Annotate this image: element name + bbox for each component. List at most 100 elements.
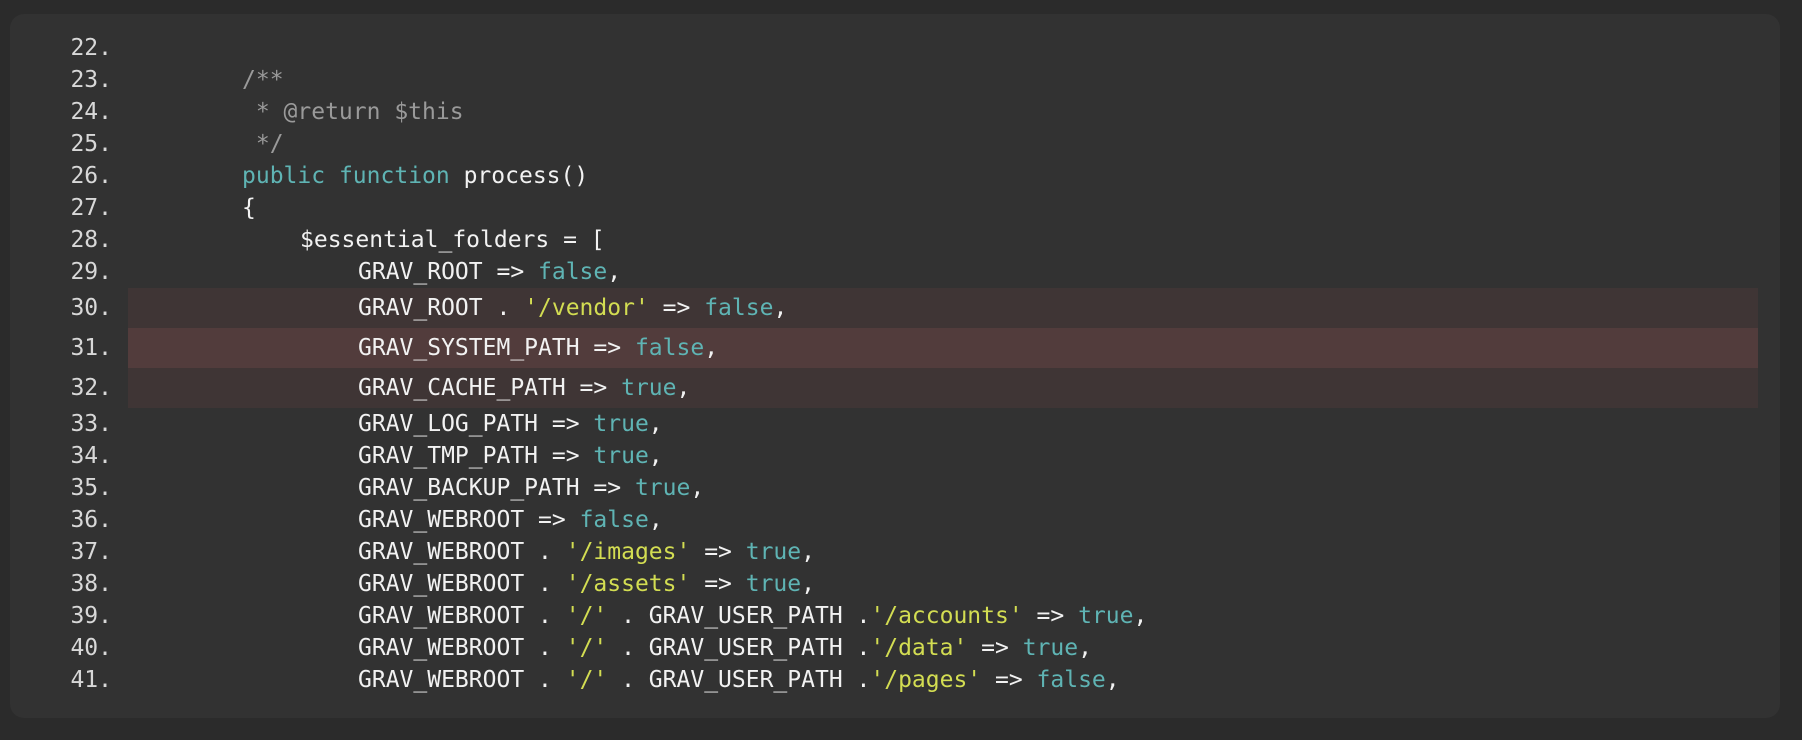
code-token: GRAV_WEBROOT . [358, 539, 566, 565]
string-token: '/vendor' [524, 295, 649, 321]
code-token: => [648, 295, 705, 321]
code-line: 40. GRAV_WEBROOT . '/' . GRAV_USER_PATH .… [10, 632, 1780, 664]
string-token: '/' [565, 603, 608, 629]
keyword-token: false [538, 259, 608, 285]
code-line: 30. GRAV_ROOT . '/vendor' => false, [10, 288, 1780, 328]
code-token: => [967, 635, 1023, 661]
code-token: , [801, 571, 815, 597]
code-token: , [676, 375, 691, 401]
line-number: 36. [70, 507, 112, 533]
code-token: , [773, 295, 788, 321]
line-number: 35. [70, 475, 112, 501]
line-number: 41. [70, 667, 112, 693]
code-token: GRAV_WEBROOT . [358, 667, 566, 693]
keyword-token: true [621, 375, 677, 401]
code-token: => [1022, 603, 1079, 629]
keyword-token: false [579, 507, 649, 533]
code-token: . GRAV_USER_PATH . [607, 667, 871, 693]
code-line: 29. GRAV_ROOT => false, [10, 256, 1780, 288]
line-code: GRAV_TMP_PATH => true, [358, 440, 663, 472]
keyword-token: function [338, 163, 450, 189]
line-number: 25. [70, 131, 112, 157]
code-token: GRAV_CACHE_PATH => [358, 375, 622, 401]
line-number: 39. [70, 603, 112, 629]
line-number: 32. [70, 375, 112, 401]
code-token: GRAV_TMP_PATH => [358, 443, 594, 469]
code-line: 22. [10, 32, 1780, 64]
code-line: 41. GRAV_WEBROOT . '/' . GRAV_USER_PATH .… [10, 664, 1780, 696]
code-token: , [801, 539, 815, 565]
line-code: GRAV_SYSTEM_PATH => false, [358, 328, 718, 368]
code-line: 26. public function process() [10, 160, 1780, 192]
code-token: . GRAV_USER_PATH . [607, 635, 871, 661]
code-line: 25. */ [10, 128, 1780, 160]
line-number: 23. [70, 67, 112, 93]
code-token: . GRAV_USER_PATH . [607, 603, 871, 629]
line-code: GRAV_LOG_PATH => true, [358, 408, 663, 440]
line-code: GRAV_ROOT . '/vendor' => false, [358, 288, 787, 328]
code-token: => [690, 539, 746, 565]
code-listing: 22. 23./** 24. * @return $this 25. */26. pub… [10, 32, 1780, 696]
line-number: 29. [70, 259, 112, 285]
code-token: => [981, 667, 1037, 693]
code-line: 28. $essential_folders = [ [10, 224, 1780, 256]
line-code: GRAV_WEBROOT . '/images' => true, [358, 536, 815, 568]
line-number: 34. [70, 443, 112, 469]
string-token: '/' [565, 635, 608, 661]
code-line: 39. GRAV_WEBROOT . '/' . GRAV_USER_PATH .… [10, 600, 1780, 632]
code-token: GRAV_LOG_PATH => [358, 411, 594, 437]
comment-token: /** [242, 67, 284, 93]
string-token: '/images' [565, 539, 691, 565]
code-line: 27. { [10, 192, 1780, 224]
code-line: 23. /** [10, 64, 1780, 96]
line-code: GRAV_WEBROOT . '/' . GRAV_USER_PATH .'/a… [358, 600, 1147, 632]
code-token: GRAV_ROOT => [358, 259, 539, 285]
string-token: '/pages' [870, 667, 982, 693]
line-number: 22. [70, 35, 112, 61]
line-number: 30. [70, 295, 112, 321]
line-number: 37. [70, 539, 112, 565]
code-token: , [648, 443, 663, 469]
code-token: , [648, 411, 663, 437]
code-token: , [1105, 667, 1120, 693]
line-number: 27. [70, 195, 112, 221]
code-token: process() [449, 163, 589, 189]
code-line: 38. GRAV_WEBROOT . '/assets' => true, [10, 568, 1780, 600]
code-token: GRAV_WEBROOT . [358, 571, 566, 597]
line-number: 38. [70, 571, 112, 597]
code-token: GRAV_WEBROOT . [358, 635, 566, 661]
code-token: => [690, 571, 746, 597]
code-line: 24. * @return $this [10, 96, 1780, 128]
keyword-token: true [745, 539, 802, 565]
code-token: GRAV_WEBROOT . [358, 603, 566, 629]
string-token: '/accounts' [870, 603, 1023, 629]
keyword-token: true [745, 571, 802, 597]
keyword-token: public [242, 163, 326, 189]
code-token: , [607, 259, 622, 285]
string-token: '/' [565, 667, 608, 693]
keyword-token: false [704, 295, 774, 321]
code-line: 33. GRAV_LOG_PATH => true, [10, 408, 1780, 440]
code-token: , [1133, 603, 1148, 629]
code-line: 32. GRAV_CACHE_PATH => true, [10, 368, 1780, 408]
code-token: , [704, 335, 719, 361]
code-line: 36. GRAV_WEBROOT => false, [10, 504, 1780, 536]
line-code: { [242, 192, 256, 224]
line-code: /** [242, 64, 284, 96]
comment-token: */ [242, 131, 284, 157]
line-code: */ [242, 128, 284, 160]
line-number: 24. [70, 99, 112, 125]
keyword-token: true [593, 411, 649, 437]
code-token: , [648, 507, 663, 533]
code-token: GRAV_SYSTEM_PATH => [358, 335, 635, 361]
comment-token: * @return $this [242, 99, 464, 125]
code-panel: 22. 23./** 24. * @return $this 25. */26. pub… [10, 14, 1780, 718]
line-number: 40. [70, 635, 112, 661]
string-token: '/assets' [565, 571, 691, 597]
line-code: GRAV_WEBROOT . '/' . GRAV_USER_PATH .'/d… [358, 632, 1092, 664]
code-token: , [1078, 635, 1092, 661]
line-code: $essential_folders = [ [300, 224, 605, 256]
line-code: GRAV_WEBROOT . '/assets' => true, [358, 568, 815, 600]
code-token: GRAV_BACKUP_PATH => [358, 475, 635, 501]
